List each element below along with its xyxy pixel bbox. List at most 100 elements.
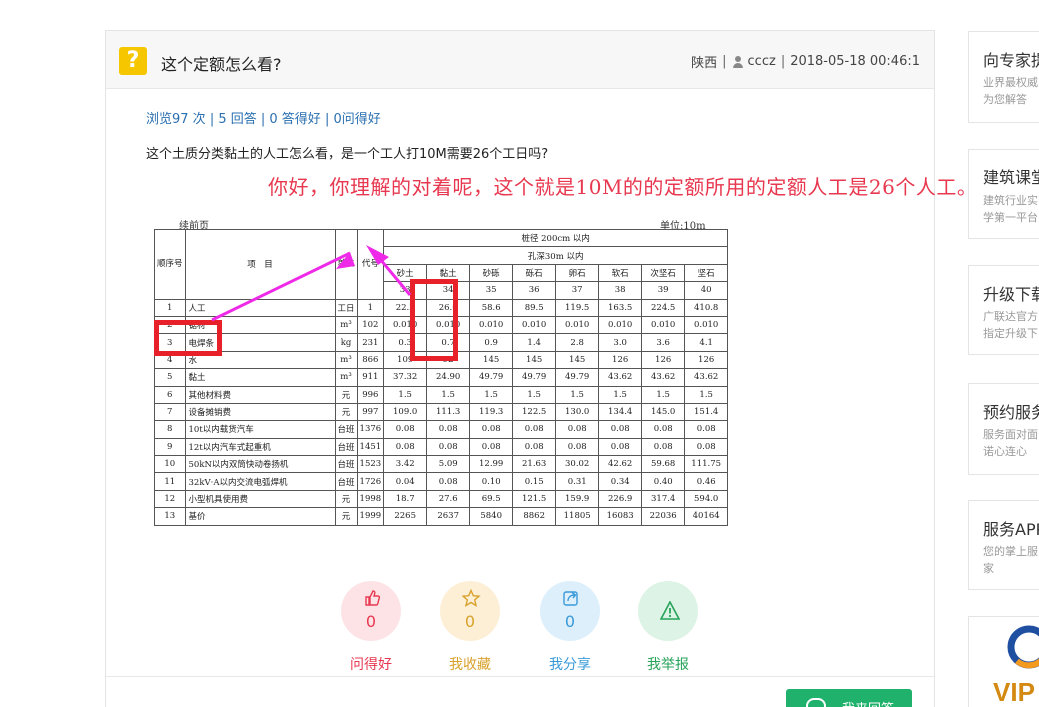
- soil-code-header: 36: [512, 281, 557, 300]
- sidebar-card-desc: 家: [983, 562, 994, 575]
- row-value: 30.02: [555, 455, 600, 474]
- row-value: 0.08: [512, 437, 557, 457]
- row-item: 小型机具使用费: [184, 489, 336, 509]
- answer-button[interactable]: 我来回答: [786, 689, 912, 707]
- vip-logo-icon: VIP: [993, 625, 1039, 707]
- row-value: 0.15: [512, 472, 557, 491]
- row-value: 0.010: [598, 315, 643, 335]
- row-value: 37.32: [383, 368, 428, 387]
- row-item: 50kN以内双筒快动卷扬机: [184, 455, 336, 474]
- row-value: 12.99: [469, 455, 514, 474]
- row-value: 0.46: [684, 472, 729, 491]
- sidebar-card-title: 升级下载: [983, 285, 1039, 304]
- row-item: 32kV·A以内交流电弧焊机: [184, 472, 336, 491]
- row-value: 43.62: [641, 368, 686, 387]
- row-item: 基价: [184, 507, 336, 526]
- row-value: 163.5: [598, 298, 643, 317]
- row-unit: m³: [334, 315, 358, 335]
- row-item: 12t以内汽车式起重机: [184, 437, 336, 457]
- soil-code-header: 35: [469, 281, 514, 300]
- post-datetime: 2018-05-18 00:46:1: [790, 54, 920, 69]
- soil-code-header: 37: [555, 281, 600, 300]
- action-circle[interactable]: 0: [341, 581, 401, 641]
- row-number: 11: [154, 472, 186, 491]
- action-label: 我举报: [647, 657, 689, 673]
- row-value: 134.4: [598, 402, 643, 422]
- row-code: 911: [356, 368, 385, 387]
- row-number: 8: [154, 420, 186, 439]
- question-card: ? 这个定额怎么看? 陕西 | cccz | 2018-05-18 00:46:…: [105, 30, 977, 707]
- action-circle[interactable]: [638, 581, 698, 641]
- row-value: 49.79: [555, 368, 600, 387]
- sidebar-card-desc: 服务面对面: [983, 428, 1038, 441]
- action-bar: 0 问得好 0 我收藏 0 我分享 我举报: [340, 581, 700, 681]
- action-circle[interactable]: 0: [440, 581, 500, 641]
- row-value: 145.0: [641, 402, 686, 422]
- row-unit: m³: [334, 368, 358, 387]
- sidebar-card[interactable]: VIP: [968, 616, 1039, 707]
- action-share-button[interactable]: 0 我分享: [539, 581, 601, 674]
- sidebar-card[interactable]: 升级下载广联达官方指定升级下: [968, 265, 1039, 355]
- row-value: 0.08: [641, 437, 686, 457]
- row-value: 21.63: [512, 455, 557, 474]
- row-value: 22036: [641, 507, 686, 526]
- row-value: 0.34: [598, 472, 643, 491]
- soil-code-header: 40: [684, 281, 729, 300]
- row-value: 0.010: [684, 315, 729, 335]
- question-meta: 陕西 | cccz | 2018-05-18 00:46:1: [691, 54, 920, 71]
- table-row: 5 黏土 m³ 911 37.32 24.90 49.79 49.79 49.79 43.62 43…: [154, 368, 729, 387]
- row-value: 43.62: [598, 368, 643, 387]
- action-warning-button[interactable]: 我举报: [637, 581, 699, 674]
- row-unit: 台班: [334, 437, 358, 457]
- row-code: 231: [356, 333, 385, 352]
- row-code: 1726: [356, 472, 385, 491]
- sidebar-card[interactable]: 建筑课堂建筑行业实学第一平台: [968, 149, 1039, 239]
- sidebar-card-title: 向专家提: [983, 51, 1039, 70]
- row-value: 4.1: [684, 333, 729, 352]
- row-value: 1.4: [512, 333, 557, 352]
- action-circle[interactable]: 0: [540, 581, 600, 641]
- row-value: 2265: [383, 507, 428, 526]
- sidebar-card[interactable]: 服务APP 您的掌上服家: [968, 500, 1039, 590]
- table-row: 11 32kV·A以内交流电弧焊机 台班 1726 0.04 0.08 0.10 0.15 0.…: [154, 472, 729, 491]
- action-label: 问得好: [350, 657, 392, 673]
- row-number: 7: [154, 402, 186, 422]
- row-number: 12: [154, 489, 186, 509]
- row-value: 151.4: [684, 402, 729, 422]
- row-value: 42.62: [598, 455, 643, 474]
- row-number: 9: [154, 437, 186, 457]
- sidebar-card-desc: 学第一平台: [983, 211, 1038, 224]
- highlight-clay-column: [410, 279, 458, 361]
- row-code: 1451: [356, 437, 385, 457]
- row-item: 黏土: [184, 368, 336, 387]
- action-count: 0: [464, 612, 476, 631]
- row-unit: m³: [334, 350, 358, 370]
- row-number: 13: [154, 507, 186, 526]
- action-thumbs-up-button[interactable]: 0 问得好: [340, 581, 402, 674]
- attached-image[interactable]: 你好，你理解的对着呢，这个就是10M的的定额所用的定额人工是26个人工。 续前页…: [152, 165, 977, 535]
- row-value: 1.5: [383, 385, 428, 404]
- row-value: 111.3: [426, 402, 471, 422]
- username-link[interactable]: cccz: [748, 54, 776, 69]
- share-icon: [563, 591, 578, 606]
- row-value: 1.5: [469, 385, 514, 404]
- row-value: 2.8: [555, 333, 600, 352]
- row-value: 0.08: [469, 420, 514, 439]
- row-code: 996: [356, 385, 385, 404]
- row-code: 1: [356, 298, 385, 317]
- sidebar-card[interactable]: 向专家提业界最权威为您解答: [968, 31, 1039, 123]
- action-label: 我分享: [549, 657, 591, 673]
- row-value: 0.08: [684, 437, 729, 457]
- row-unit: 工日: [334, 298, 358, 317]
- row-value: 0.08: [598, 420, 643, 439]
- row-item: 其他材料费: [184, 385, 336, 404]
- action-star-button[interactable]: 0 我收藏: [439, 581, 501, 674]
- answers-count[interactable]: 5 回答: [218, 112, 256, 127]
- sidebar-card-title: 建筑课堂: [983, 168, 1039, 187]
- table-row: 7 设备摊销费元 997 109.0 111.3 119.3 122.5 130.0 134.4…: [154, 402, 729, 422]
- sidebar-card-desc: 业界最权威: [983, 76, 1038, 89]
- sidebar-card[interactable]: 预约服务服务面对面诺心连心: [968, 383, 1039, 475]
- row-value: 410.8: [684, 298, 729, 317]
- code-header: 代号: [356, 229, 385, 300]
- question-body: 这个土质分类黏土的人工怎么看，是一个工人打10M需要26个工日吗?: [146, 147, 549, 162]
